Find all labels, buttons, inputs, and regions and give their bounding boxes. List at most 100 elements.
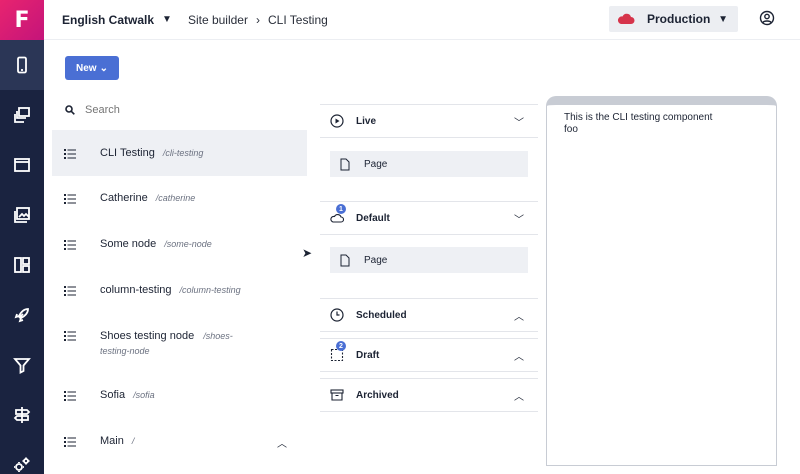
new-button-label: New — [76, 62, 97, 74]
count-badge: 2 — [336, 341, 346, 351]
node-name: Sofia — [100, 389, 126, 401]
document-icon — [340, 254, 350, 266]
nav-filters[interactable] — [0, 340, 44, 390]
node-text: Shoes testing node /shoes- testing-node — [100, 329, 250, 359]
search-icon — [65, 105, 75, 115]
breadcrumb-current: CLI Testing — [267, 12, 328, 27]
device-preview: This is the CLI testing component foo — [546, 96, 777, 466]
environment-selector[interactable]: Production ▼ — [609, 6, 738, 32]
list-icon — [64, 437, 76, 447]
logo-letter: F — [14, 7, 30, 33]
list-icon — [64, 149, 76, 159]
page-item-live[interactable]: Page — [330, 151, 528, 177]
rocket-icon — [14, 308, 29, 323]
preview-text-line: foo — [564, 124, 578, 135]
node-path: /column-testing — [179, 285, 241, 295]
nav-media[interactable] — [0, 190, 44, 240]
section-title: Archived — [356, 389, 399, 401]
new-button[interactable]: New ⌄ — [65, 56, 119, 80]
section-default[interactable]: 1 Default ﹀ — [320, 201, 538, 235]
nav-layouts[interactable] — [0, 140, 44, 190]
chevron-down-icon: ⌄ — [99, 62, 108, 74]
breadcrumb-site-builder[interactable]: Site builder — [188, 13, 248, 27]
clock-icon — [330, 308, 344, 322]
list-item[interactable]: Catherine /catherine — [52, 192, 307, 204]
stack-icon — [14, 107, 30, 123]
chevron-up-icon[interactable]: ︿ — [277, 435, 287, 450]
cloud-icon: 1 — [330, 204, 346, 225]
components-icon — [14, 257, 30, 273]
node-name: Main — [100, 435, 124, 447]
section-title: Scheduled — [356, 309, 407, 321]
nav-settings[interactable] — [0, 440, 44, 474]
node-path: /cli-testing — [162, 148, 204, 158]
search-input[interactable] — [85, 104, 285, 116]
user-account-icon[interactable] — [759, 10, 775, 26]
node-name: Catherine — [100, 192, 148, 204]
draft-icon: 2 — [330, 341, 346, 362]
environment-label: Production — [647, 12, 711, 26]
nav-redirects[interactable] — [0, 390, 44, 440]
archive-box-icon — [330, 389, 344, 401]
app-logo[interactable]: F — [0, 0, 44, 40]
list-icon — [64, 240, 76, 250]
page-label: Page — [364, 254, 388, 266]
mouse-cursor-icon: ➤ — [302, 246, 313, 260]
list-item[interactable]: Main / ︿ — [52, 435, 307, 450]
list-item[interactable]: column-testing /column-testing — [52, 284, 307, 296]
play-circle-icon — [330, 114, 344, 128]
preview-text-line: This is the CLI testing component — [564, 112, 713, 123]
nav-components[interactable] — [0, 240, 44, 290]
list-item[interactable]: Shoes testing node /shoes- testing-node — [52, 329, 307, 359]
left-rail: F — [0, 0, 44, 474]
gears-icon — [14, 457, 30, 472]
chevron-up-icon[interactable]: ︿ — [514, 308, 524, 323]
images-icon — [14, 207, 30, 223]
nav-deploy[interactable] — [0, 290, 44, 340]
node-path: /sofia — [133, 390, 155, 400]
caret-down-icon: ▼ — [718, 13, 728, 25]
chevron-right-icon: › — [255, 12, 260, 27]
signpost-icon — [13, 407, 31, 423]
node-path: /shoes- — [203, 331, 233, 341]
section-title: Live — [356, 115, 377, 127]
window-icon — [14, 158, 30, 172]
page-label: Page — [364, 158, 388, 170]
document-icon — [340, 158, 350, 170]
node-name: CLI Testing — [100, 147, 155, 159]
caret-down-icon[interactable]: ▼ — [162, 14, 172, 25]
list-item[interactable]: Some node /some-node — [52, 238, 307, 250]
node-name: Some node — [100, 238, 157, 250]
nav-site-builder[interactable] — [0, 40, 44, 90]
chevron-up-icon[interactable]: ︿ — [514, 348, 524, 363]
chevron-down-icon[interactable]: ﹀ — [514, 114, 524, 129]
list-icon — [64, 286, 76, 296]
section-draft[interactable]: 2 Draft ︿ — [320, 338, 538, 372]
list-item[interactable]: Sofia /sofia — [52, 389, 307, 401]
project-selector[interactable]: English Catwalk — [62, 13, 154, 27]
node-name: Shoes testing node — [100, 330, 195, 342]
list-icon — [64, 331, 76, 341]
section-archived[interactable]: Archived ︿ — [320, 378, 538, 412]
cloud-icon — [617, 13, 635, 24]
list-icon — [64, 391, 76, 401]
node-path: /some-node — [164, 239, 212, 249]
chevron-down-icon[interactable]: ﹀ — [514, 211, 524, 226]
node-path: /catherine — [155, 193, 196, 203]
funnel-icon — [13, 358, 31, 374]
section-scheduled[interactable]: Scheduled ︿ — [320, 298, 538, 332]
section-live[interactable]: Live ﹀ — [320, 104, 538, 138]
nav-content[interactable] — [0, 90, 44, 140]
node-search[interactable] — [65, 100, 305, 120]
mobile-icon — [17, 56, 27, 74]
node-path: / — [131, 436, 135, 446]
chevron-up-icon[interactable]: ︿ — [514, 388, 524, 403]
list-item[interactable]: CLI Testing /cli-testing — [52, 130, 307, 176]
count-badge: 1 — [336, 204, 346, 214]
section-title: Draft — [356, 349, 380, 361]
list-icon — [64, 194, 76, 204]
node-name: column-testing — [100, 284, 172, 296]
section-title: Default — [356, 212, 390, 224]
page-item-default[interactable]: Page — [330, 247, 528, 273]
node-path: testing-node — [100, 346, 150, 356]
